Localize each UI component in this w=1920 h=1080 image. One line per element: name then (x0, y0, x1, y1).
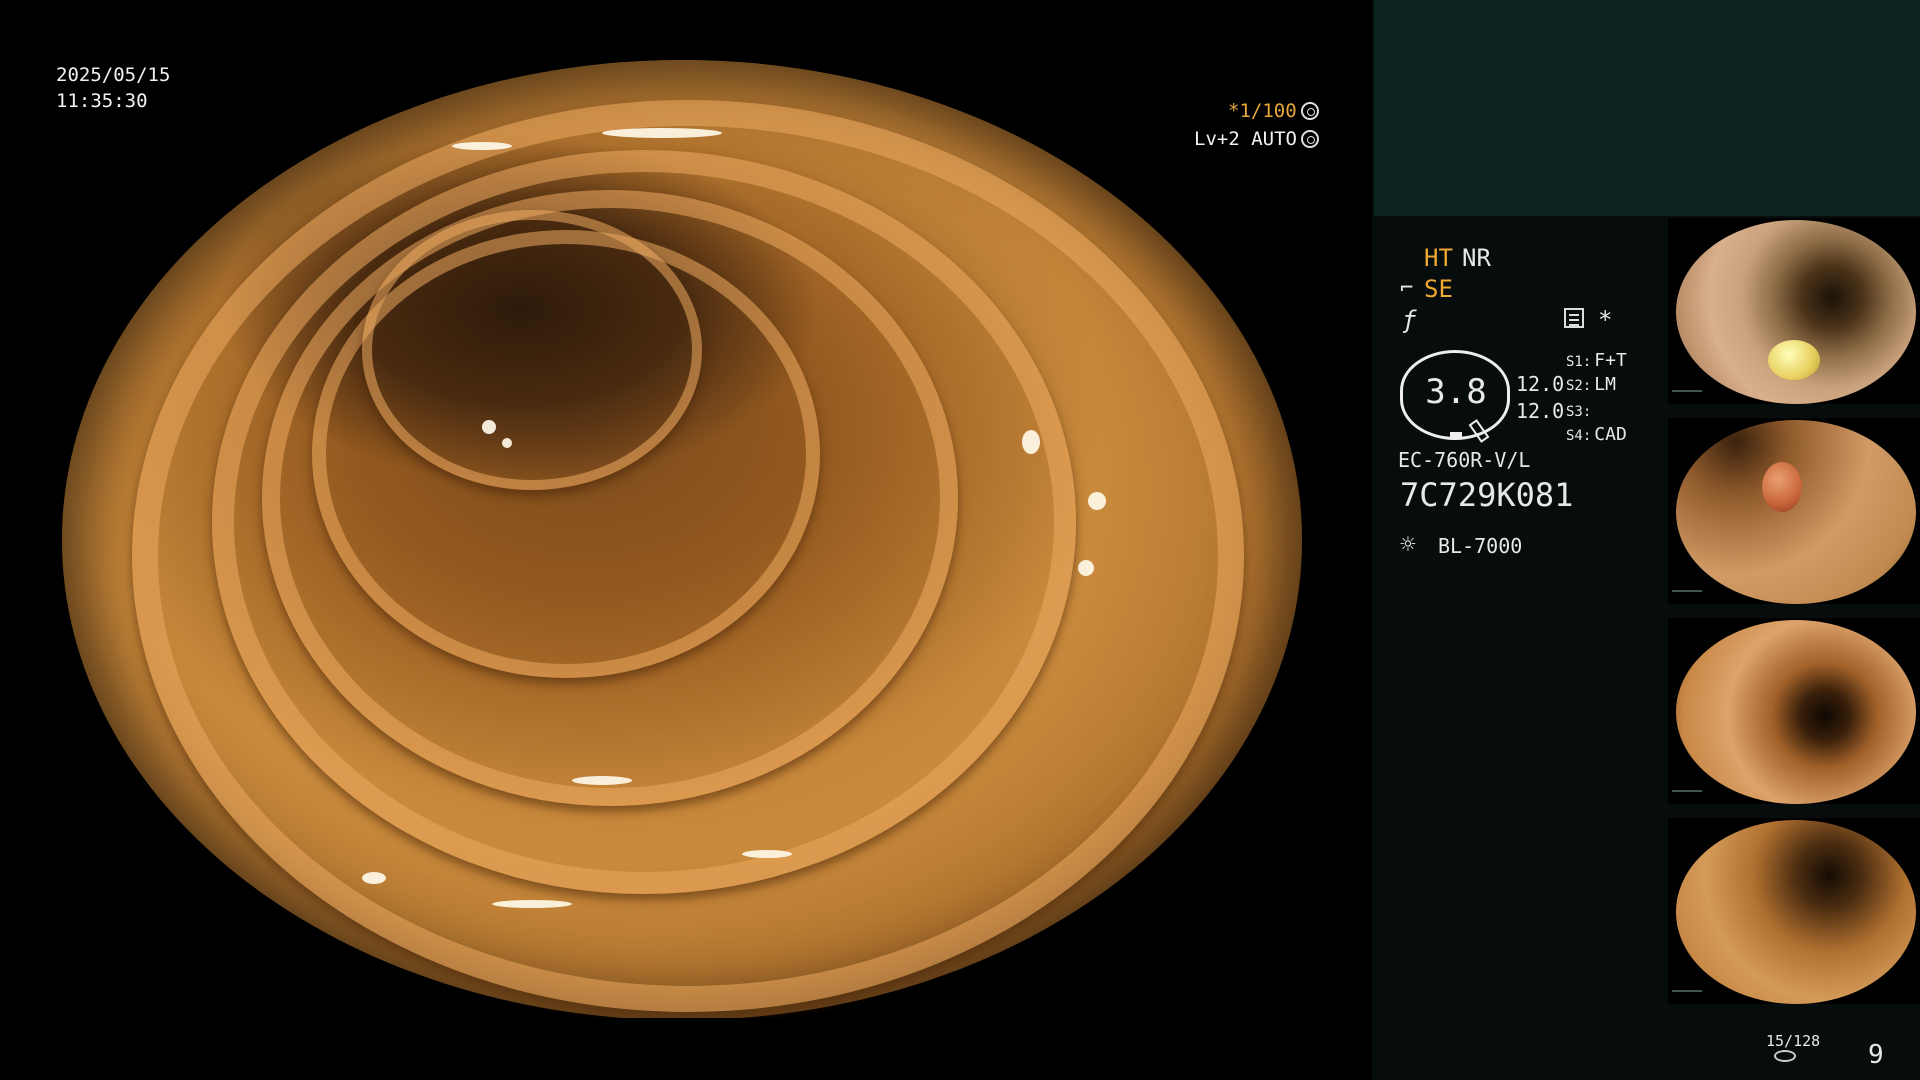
light-source-label: BL-7000 (1438, 534, 1523, 558)
polyp-finding (1768, 340, 1820, 380)
setting-value-a: 12.0 (1516, 372, 1565, 396)
thumbnail-caption (1672, 390, 1702, 402)
thumbnail-image (1676, 420, 1916, 604)
specular-highlight (602, 128, 722, 138)
brightness-mode-label: Lv+2 AUTO (1194, 128, 1297, 150)
colon-lumen-image (62, 60, 1302, 1020)
thumbnail-caption (1672, 990, 1702, 1002)
thumbnail-image (1676, 820, 1916, 1004)
thumbnail-image (1676, 220, 1916, 404)
date-time-readout: 2025/05/15 11:35:30 (56, 62, 170, 114)
specular-highlight (742, 850, 792, 858)
endoscope-live-view: 2025/05/15 11:35:30 *1/100 Lv+2 AUTO (0, 0, 1372, 1080)
switch-3-label: S3: (1566, 404, 1592, 420)
switch-3-row: S3: (1566, 400, 1594, 421)
info-panel-header (1374, 0, 1920, 216)
se-indicator: SE (1424, 275, 1453, 303)
switch-1-label: S1: (1566, 354, 1592, 370)
time-label: 11:35:30 (56, 90, 148, 112)
specular-highlight (1078, 560, 1094, 576)
shutter-icon (1300, 102, 1319, 120)
mucosal-fold (362, 210, 702, 490)
specular-highlight (1022, 430, 1040, 454)
switch-2-value: LM (1594, 374, 1616, 395)
scope-model-label: EC-760R-V/L (1398, 448, 1531, 472)
ht-indicator: HT (1424, 244, 1453, 272)
view-mask-top (0, 0, 1372, 60)
switch-4-value: CAD (1594, 424, 1627, 445)
captured-thumbnail-1[interactable] (1668, 218, 1920, 404)
captured-thumbnail-2[interactable] (1668, 418, 1920, 604)
storage-disk-icon (1774, 1050, 1796, 1062)
thumbnail-caption (1672, 790, 1702, 802)
specular-highlight (572, 776, 632, 785)
specular-highlight (502, 438, 512, 448)
light-source-icon: ☼ (1400, 530, 1416, 560)
view-mask-bottom (0, 1018, 1372, 1080)
specular-highlight (452, 142, 512, 150)
switch-2-label: S2: (1566, 378, 1592, 394)
specular-highlight (362, 872, 386, 884)
specular-highlight (482, 420, 496, 434)
date-label: 2025/05/15 (56, 64, 171, 86)
specular-highlight (492, 900, 572, 908)
exposure-readout: *1/100 (1228, 98, 1319, 124)
nr-indicator: NR (1462, 244, 1491, 272)
switch-4-label: S4: (1566, 428, 1592, 444)
captured-thumbnail-4[interactable] (1668, 818, 1920, 1004)
image-index-label: 9 (1868, 1040, 1884, 1070)
zoom-gauge-value: 3.8 (1425, 372, 1487, 412)
switch-4-row: S4: CAD (1566, 424, 1627, 445)
freeze-icon: ƒ (1402, 306, 1417, 334)
document-icon (1564, 308, 1584, 328)
captured-thumbnail-3[interactable] (1668, 618, 1920, 804)
iris-icon (1300, 130, 1319, 148)
setting-value-b: 12.0 (1516, 399, 1565, 423)
exposure-label: *1/100 (1228, 100, 1297, 122)
gauge-marker (1450, 432, 1462, 439)
switch-1-value: F+T (1594, 350, 1627, 371)
structure-enhance-icon: ⌐ (1400, 276, 1414, 301)
thumbnail-caption (1672, 590, 1702, 602)
capture-count-label: 15/128 (1766, 1032, 1821, 1050)
star-indicator: * (1598, 306, 1613, 334)
switch-1-row: S1: F+T (1566, 350, 1627, 371)
specular-highlight (1088, 492, 1106, 510)
switch-2-row: S2: LM (1566, 374, 1616, 395)
scope-serial-label: 7C729K081 (1400, 476, 1574, 514)
polyp-finding (1762, 462, 1802, 512)
thumbnail-image (1676, 620, 1916, 804)
brightness-mode-readout: Lv+2 AUTO (1194, 126, 1319, 152)
